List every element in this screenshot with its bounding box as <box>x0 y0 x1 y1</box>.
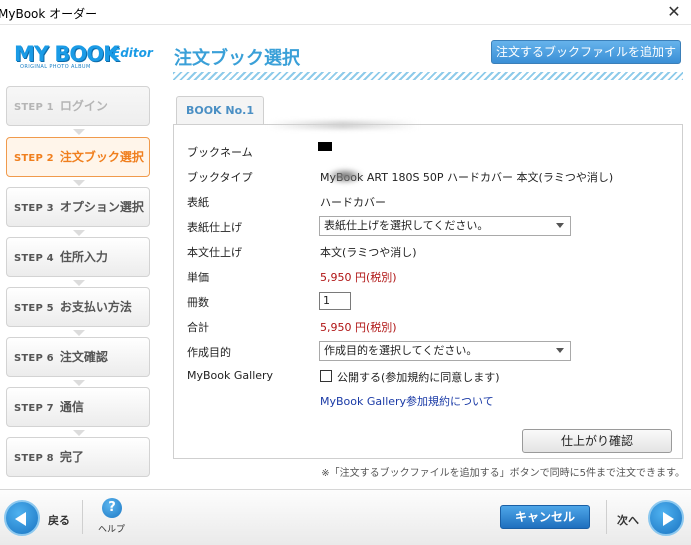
quantity-label: 冊数 <box>187 296 209 309</box>
purpose-label: 作成目的 <box>187 346 231 359</box>
step-8-complete: STEP 8 完了 <box>6 437 150 477</box>
total-value: 5,950 円(税別) <box>320 321 397 334</box>
arrow-left-icon <box>15 512 26 526</box>
body-finish-value: 本文(ラミつや消し) <box>320 246 417 259</box>
step-2-book-select: STEP 2 注文ブック選択 <box>6 137 150 186</box>
cover-finish-select[interactable]: 表紙仕上げを選択してください。 <box>319 216 571 236</box>
help-icon[interactable]: ? <box>102 498 122 518</box>
cover-finish-label: 表紙仕上げ <box>187 221 242 234</box>
body-finish-label: 本文仕上げ <box>187 246 242 259</box>
header-divider <box>173 72 683 80</box>
tab-book-no-1[interactable]: BOOK No.1 <box>176 96 264 124</box>
step-4-address: STEP 4 住所入力 <box>6 237 150 286</box>
back-button[interactable] <box>4 500 40 536</box>
gallery-label: MyBook Gallery <box>187 369 274 382</box>
gallery-publish-checkbox[interactable] <box>320 370 332 382</box>
help-label[interactable]: ヘルプ <box>98 522 125 535</box>
logo-sub: ORIGINAL PHOTO ALBUM <box>20 64 91 70</box>
back-label[interactable]: 戻る <box>48 512 70 528</box>
step-number: STEP 1 <box>14 102 54 113</box>
step-3-options: STEP 3 オプション選択 <box>6 187 150 236</box>
close-icon[interactable]: ✕ <box>663 2 685 22</box>
arrow-right-icon <box>663 512 674 526</box>
purpose-select-value: 作成目的を選択してください。 <box>324 344 478 357</box>
step-label: 完了 <box>59 450 84 464</box>
chevron-down-icon <box>556 223 564 228</box>
book-name-label: ブックネーム <box>187 146 253 159</box>
bottom-toolbar: 戻る ? ヘルプ キャンセル 次へ <box>0 489 691 545</box>
purpose-select[interactable]: 作成目的を選択してください。 <box>319 341 571 361</box>
cover-finish-select-value: 表紙仕上げを選択してください。 <box>324 219 489 232</box>
gallery-terms-link[interactable]: MyBook Gallery参加規約について <box>320 393 494 409</box>
next-label[interactable]: 次へ <box>617 512 639 528</box>
step-6-confirm: STEP 6 注文確認 <box>6 337 150 386</box>
gallery-checkbox-label[interactable]: 公開する(参加規約に同意します) <box>337 369 500 385</box>
step-number: STEP 2 <box>14 153 54 164</box>
next-button[interactable] <box>648 500 684 536</box>
step-number: STEP 8 <box>14 453 54 464</box>
step-number: STEP 4 <box>14 253 54 264</box>
step-1-login: STEP 1 ログイン <box>6 86 150 135</box>
step-number: STEP 6 <box>14 353 54 364</box>
step-number: STEP 3 <box>14 203 54 214</box>
step-label: ログイン <box>59 99 108 113</box>
cover-value: ハードカバー <box>320 196 386 209</box>
quantity-input[interactable]: 1 <box>319 292 351 310</box>
window-title: MyBook オーダー <box>0 7 98 21</box>
toolbar-separator <box>606 500 607 534</box>
step-number: STEP 5 <box>14 303 54 314</box>
order-note: ※「注文するブックファイルを追加する」ボタンで同時に5件まで注文できます。 <box>321 468 685 479</box>
toolbar-separator <box>82 500 83 534</box>
step-label: お支払い方法 <box>59 300 132 314</box>
cover-label: 表紙 <box>187 196 209 209</box>
step-7-transmit: STEP 7 通信 <box>6 387 150 436</box>
step-label: 注文確認 <box>59 350 108 364</box>
unit-price-value: 5,950 円(税別) <box>320 271 397 284</box>
unit-price-label: 単価 <box>187 271 209 284</box>
add-book-file-button[interactable]: 注文するブックファイルを追加する <box>491 40 681 81</box>
cancel-button[interactable]: キャンセル <box>500 505 590 529</box>
book-type-label: ブックタイプ <box>187 171 253 184</box>
step-label: 通信 <box>59 400 84 414</box>
page-title: 注文ブック選択 <box>174 48 300 69</box>
chevron-down-icon <box>556 348 564 353</box>
step-label: オプション選択 <box>59 200 144 214</box>
step-5-payment: STEP 5 お支払い方法 <box>6 287 150 336</box>
mybook-editor-logo: MY BOOK Editor ORIGINAL PHOTO ALBUM <box>14 40 153 74</box>
preview-finish-button[interactable]: 仕上がり確認 <box>522 429 672 453</box>
book-name-redacted <box>318 142 332 151</box>
step-label: 注文ブック選択 <box>59 150 144 164</box>
logo-main: MY BOOK <box>14 42 119 66</box>
book-type-blur <box>326 168 364 184</box>
step-label: 住所入力 <box>59 250 108 264</box>
title-bar: MyBook オーダー ✕ <box>0 0 691 25</box>
total-label: 合計 <box>187 321 209 334</box>
step-number: STEP 7 <box>14 403 54 414</box>
tab-shadow <box>268 121 418 129</box>
logo-editor: Editor <box>112 46 153 60</box>
